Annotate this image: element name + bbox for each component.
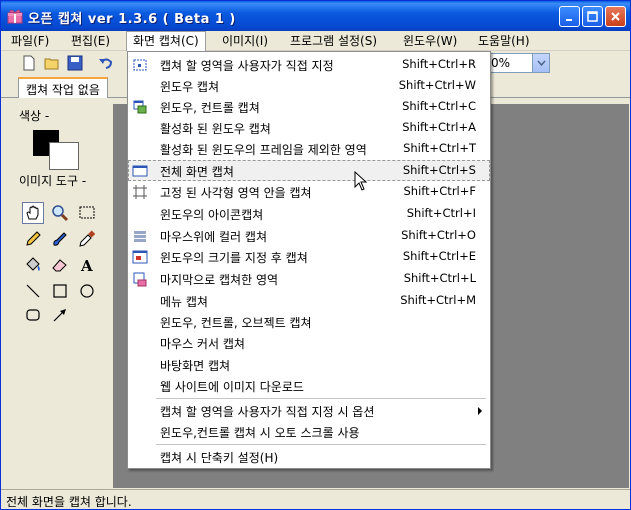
- menu-bar: 파일(F) 편집(E) 화면 캡쳐(C) 이미지(I) 프로그램 설정(S) 윈…: [1, 31, 630, 51]
- status-text: 전체 화면을 캡쳐 합니다.: [6, 495, 132, 509]
- zoom-dropdown-button[interactable]: [532, 54, 549, 72]
- zoom-combo[interactable]: 0%: [488, 53, 550, 73]
- menu-edit[interactable]: 편집(E): [65, 31, 116, 51]
- hand-icon: [26, 205, 39, 220]
- region-select-icon: [133, 59, 147, 71]
- menu-item-menu-capture[interactable]: 메뉴 캡쳐 Shift+Ctrl+M: [128, 290, 490, 311]
- menu-help[interactable]: 도움말(H): [472, 31, 536, 51]
- capture-menu-dropdown: 캡쳐 할 영역을 사용자가 직접 지정 Shift+Ctrl+R 윈도우 캡쳐 …: [127, 51, 491, 469]
- fixed-rect-icon: [133, 185, 147, 199]
- menu-item-hotkey-settings[interactable]: 캡쳐 시 단축키 설정(H): [128, 446, 490, 467]
- menu-file[interactable]: 파일(F): [5, 31, 55, 51]
- undo-icon[interactable]: [98, 55, 114, 71]
- menu-item-window-capture[interactable]: 윈도우 캡쳐 Shift+Ctrl+W: [128, 75, 490, 96]
- mouse-cursor-icon: [354, 171, 368, 191]
- eraser-icon[interactable]: [51, 256, 69, 274]
- fill-bucket-icon[interactable]: [24, 256, 42, 274]
- maximize-button[interactable]: [582, 6, 603, 27]
- background-color-swatch[interactable]: [49, 142, 79, 170]
- ellipse-tool-icon[interactable]: [78, 282, 96, 300]
- resize-window-icon: [132, 250, 148, 264]
- save-icon[interactable]: [67, 55, 83, 71]
- menu-item-mouse-color[interactable]: 마우스위에 컬러 캡쳐 Shift+Ctrl+O: [128, 225, 490, 246]
- menu-item-auto-scroll[interactable]: 윈도우,컨트롤 캡쳐 시 오토 스크롤 사용: [128, 421, 490, 442]
- color-label: 색상 -: [19, 109, 50, 123]
- last-region-icon: [133, 272, 147, 287]
- maximize-icon: [587, 11, 598, 22]
- menu-settings[interactable]: 프로그램 설정(S): [284, 31, 383, 51]
- hand-tool[interactable]: [22, 202, 44, 224]
- window-title: 오픈 캡쳐 ver 1.3.6 ( Beta 1 ): [28, 12, 236, 27]
- menu-item-desktop-capture[interactable]: 바탕화면 캡쳐: [128, 354, 490, 375]
- menu-item-active-window-client[interactable]: 활성화 된 윈도우의 프레임을 제외한 영역 Shift+Ctrl+T: [128, 138, 490, 159]
- svg-text:A: A: [80, 257, 93, 274]
- minimize-button[interactable]: [559, 6, 580, 27]
- menu-item-resize-window[interactable]: 윈도우의 크기를 지정 후 캡쳐 Shift+Ctrl+E: [128, 246, 490, 267]
- zoom-value: 0%: [491, 56, 511, 70]
- title-bar[interactable]: 오픈 캡쳐 ver 1.3.6 ( Beta 1 ): [1, 1, 630, 31]
- eyedropper-icon[interactable]: [78, 230, 96, 248]
- tab-no-capture[interactable]: 캡쳐 작업 없음: [18, 77, 108, 98]
- menu-item-window-icon[interactable]: 윈도우의 아이콘캡쳐 Shift+Ctrl+I: [128, 203, 490, 224]
- chevron-down-icon: [536, 60, 546, 66]
- zoom-icon[interactable]: [51, 204, 69, 222]
- rounded-rect-tool-icon[interactable]: [24, 306, 42, 324]
- app-window: 오픈 캡쳐 ver 1.3.6 ( Beta 1 ) 파일(F) 편집(E) 화…: [0, 0, 631, 510]
- menu-image[interactable]: 이미지(I): [216, 31, 274, 51]
- menu-item-web-download[interactable]: 웹 사이트에 이미지 다운로드: [128, 375, 490, 396]
- menu-separator: [156, 444, 486, 445]
- close-icon: [611, 12, 620, 21]
- arrow-tool-icon[interactable]: [51, 306, 69, 324]
- left-tool-panel: 색상 - 이미지 도구 - A: [14, 104, 108, 489]
- pencil-icon[interactable]: [24, 230, 42, 248]
- close-button[interactable]: [605, 6, 626, 27]
- fullscreen-icon: [132, 165, 148, 177]
- status-bar: 전체 화면을 캡쳐 합니다.: [1, 489, 630, 509]
- menu-capture[interactable]: 화면 캡쳐(C): [126, 31, 206, 51]
- menu-item-active-window[interactable]: 활성화 된 윈도우 캡쳐 Shift+Ctrl+A: [128, 117, 490, 138]
- line-tool-icon[interactable]: [24, 282, 42, 300]
- menu-item-fixed-rect[interactable]: 고정 된 사각형 영역 안을 캡쳐 Shift+Ctrl+F: [128, 181, 490, 202]
- text-tool-icon[interactable]: A: [78, 256, 96, 274]
- window-control-icon: [133, 100, 147, 114]
- image-tools-label: 이미지 도구 -: [19, 174, 87, 188]
- menu-window[interactable]: 윈도우(W): [397, 31, 463, 51]
- menu-item-object-capture[interactable]: 윈도우, 컨트롤, 오브젝트 캡쳐: [128, 311, 490, 332]
- menu-item-user-region[interactable]: 캡쳐 할 영역을 사용자가 직접 지정 Shift+Ctrl+R: [128, 54, 490, 75]
- brush-icon[interactable]: [51, 230, 69, 248]
- minimize-icon: [565, 18, 572, 21]
- menu-separator: [156, 398, 486, 399]
- rectangle-tool-icon[interactable]: [51, 282, 69, 300]
- menu-item-cursor-capture[interactable]: 마우스 커서 캡쳐: [128, 332, 490, 353]
- gift-box-icon: [7, 9, 23, 24]
- open-folder-icon[interactable]: [44, 55, 60, 71]
- color-bars-icon: [134, 231, 146, 242]
- rectangle-select-icon[interactable]: [78, 204, 96, 222]
- menu-item-fullscreen[interactable]: 전체 화면 캡쳐 Shift+Ctrl+S: [128, 160, 490, 181]
- menu-item-window-control-capture[interactable]: 윈도우, 컨트롤 캡쳐 Shift+Ctrl+C: [128, 96, 490, 117]
- menu-item-last-region[interactable]: 마지막으로 캡쳐한 영역 Shift+Ctrl+L: [128, 268, 490, 289]
- submenu-arrow-icon: [478, 407, 482, 415]
- new-file-icon[interactable]: [21, 55, 37, 71]
- menu-item-region-options[interactable]: 캡쳐 할 영역을 사용자가 직접 지정 시 옵션: [128, 400, 490, 421]
